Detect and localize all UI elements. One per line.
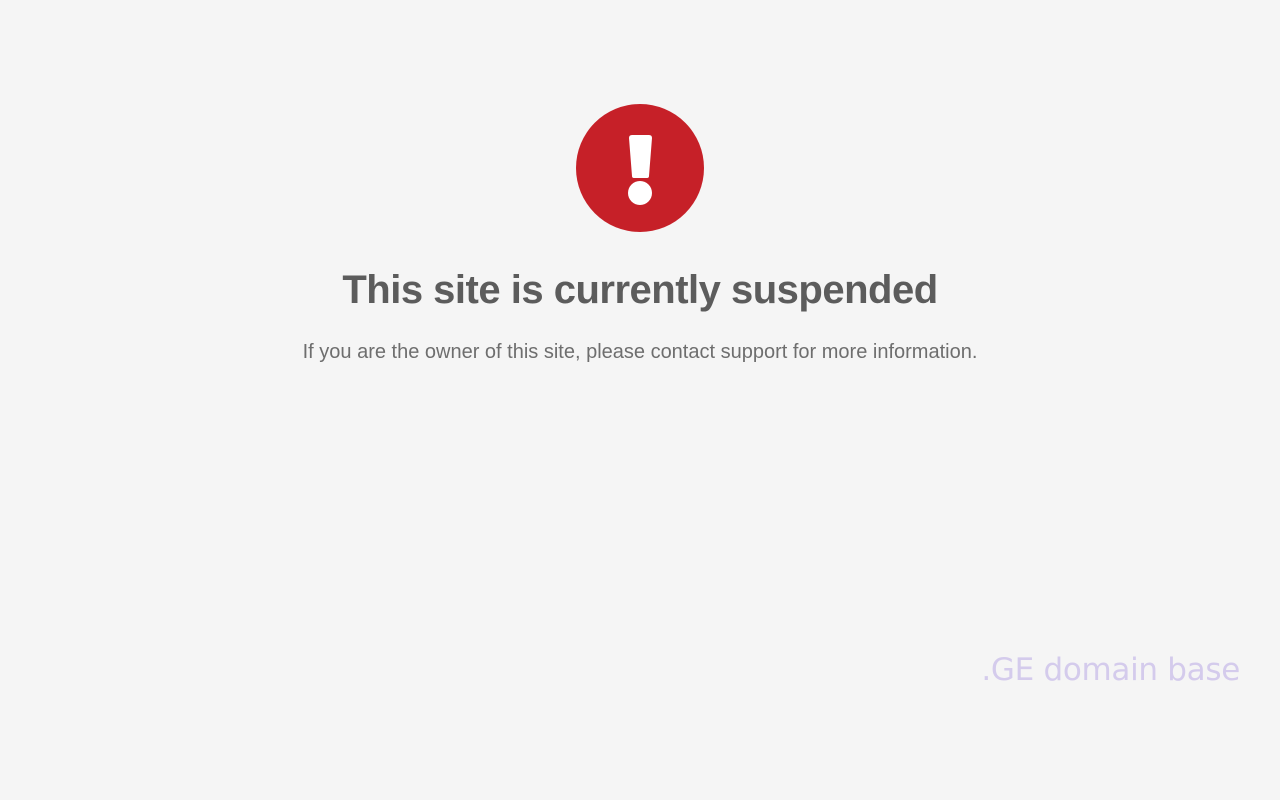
exclamation-circle-icon — [576, 104, 704, 232]
brand-watermark: .GE domain base — [981, 652, 1240, 688]
suspension-message: If you are the owner of this site, pleas… — [302, 341, 978, 363]
page-title: This site is currently suspended — [342, 268, 938, 312]
suspended-page: This site is currently suspended If you … — [0, 0, 1280, 800]
